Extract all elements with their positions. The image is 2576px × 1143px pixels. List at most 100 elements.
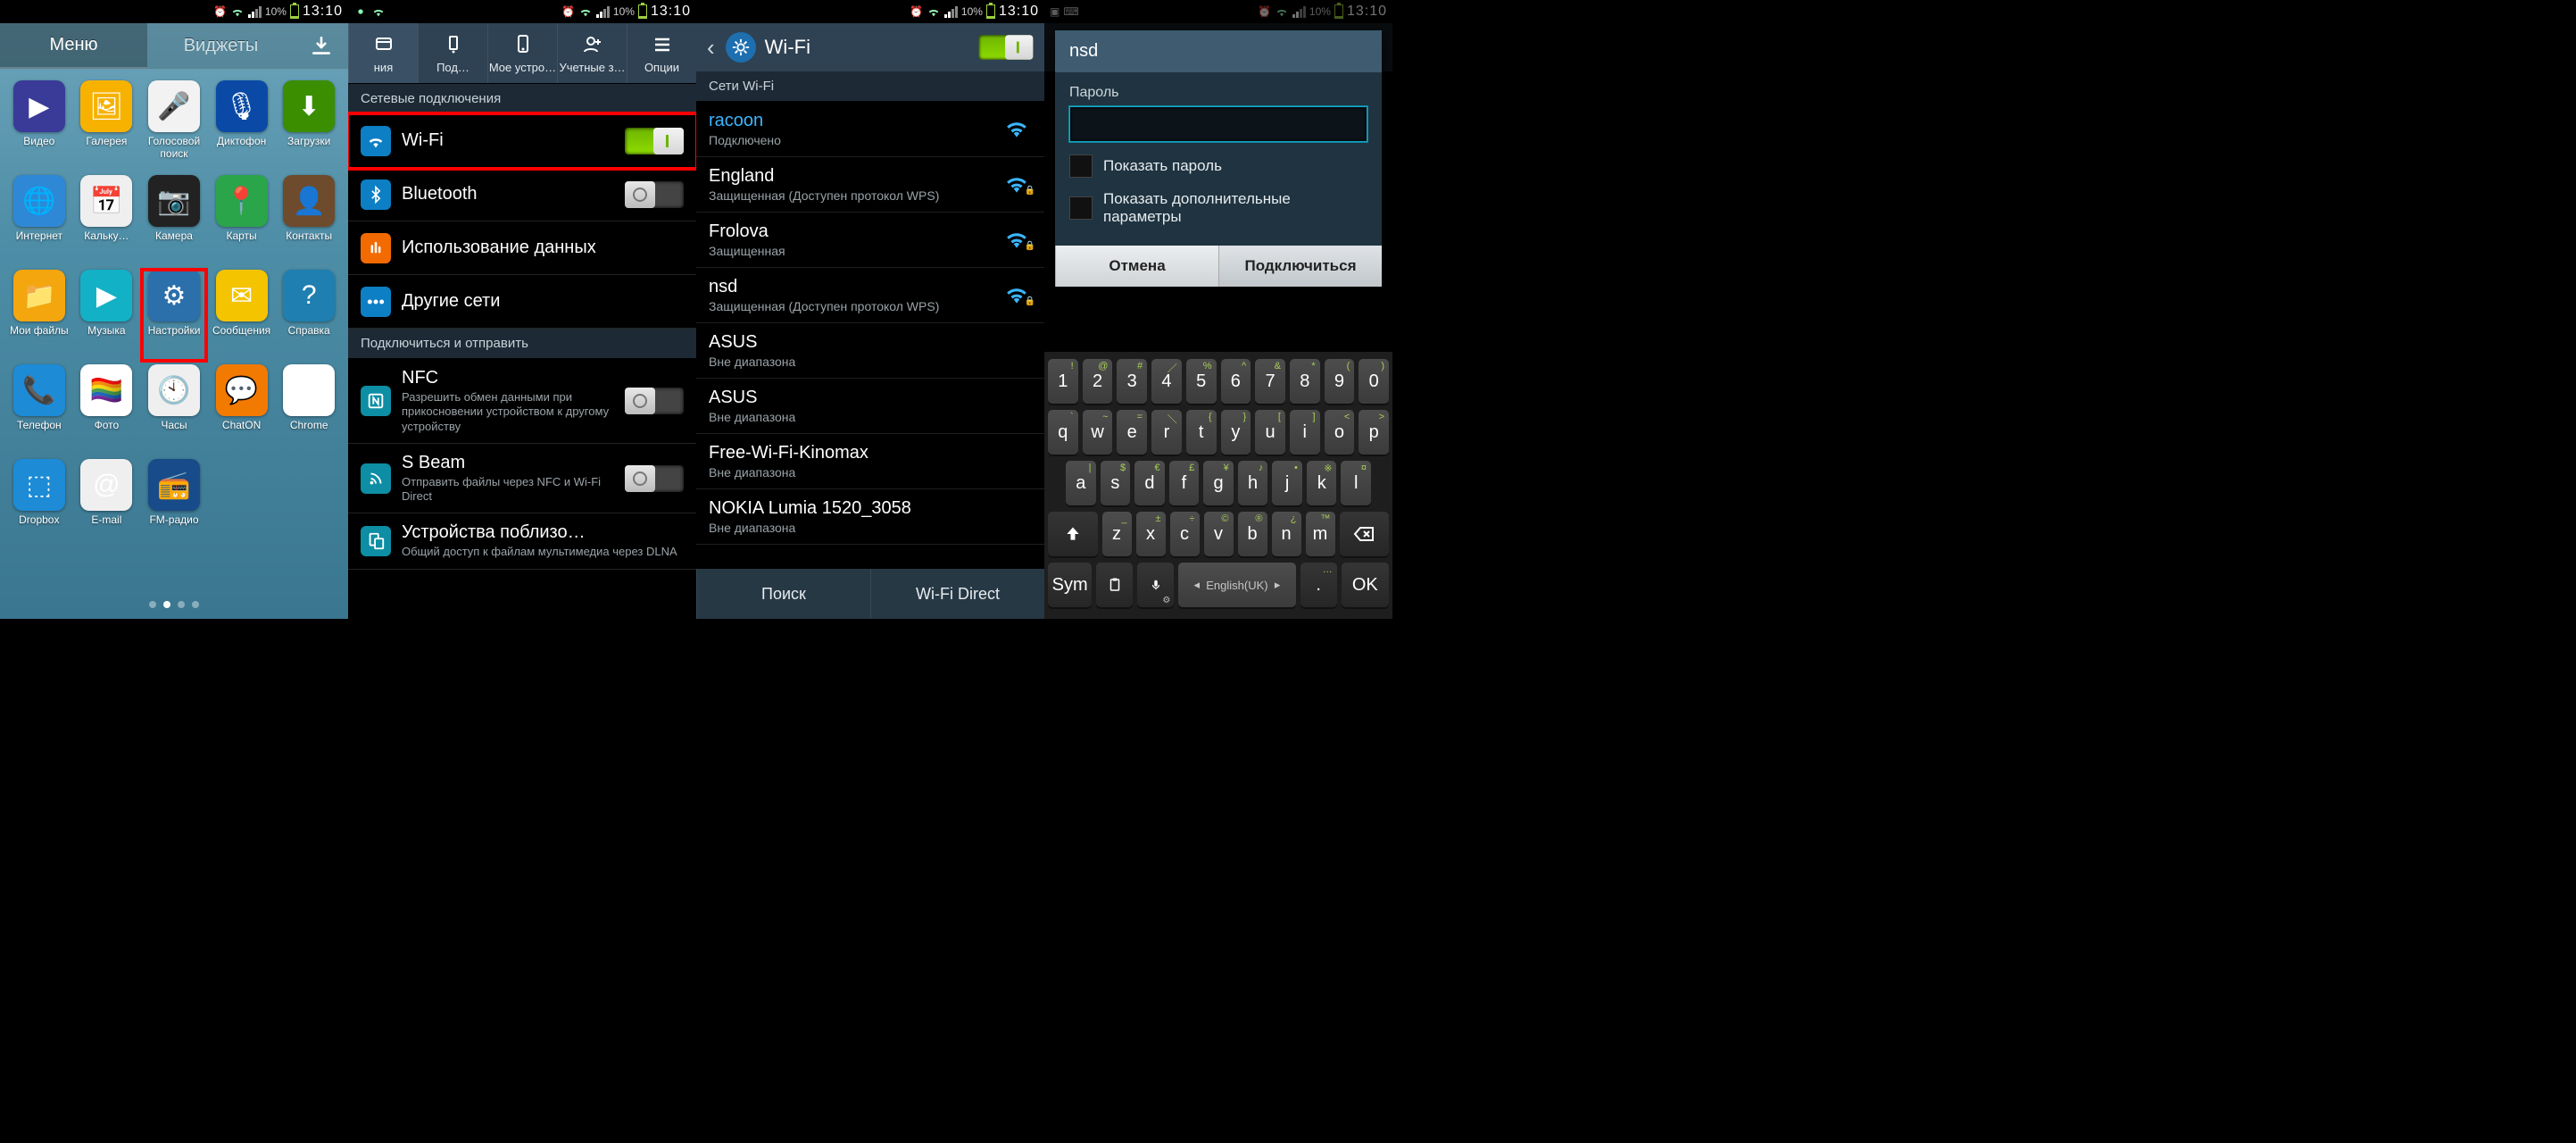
- app-камера[interactable]: 📷Камера: [140, 173, 208, 268]
- key-u[interactable]: u[: [1255, 410, 1285, 455]
- download-button[interactable]: [295, 23, 348, 69]
- key-7[interactable]: 7&: [1255, 359, 1285, 404]
- row-sbeam[interactable]: S BeamОтправить файлы через NFC и Wi-Fi …: [348, 444, 696, 514]
- settings-tab-0[interactable]: ния: [348, 23, 418, 83]
- key-p[interactable]: p>: [1359, 410, 1389, 455]
- network-row[interactable]: ASUSВне диапазона: [696, 379, 1044, 434]
- app-кальку-[interactable]: 📅Кальку…: [73, 173, 141, 268]
- app-часы[interactable]: 🕙Часы: [140, 363, 208, 457]
- key-n[interactable]: n¿: [1272, 512, 1301, 556]
- ok-key[interactable]: OK: [1342, 563, 1389, 607]
- advanced-params-row[interactable]: Показать дополнительные параметры: [1069, 190, 1367, 226]
- app-галерея[interactable]: 🖼Галерея: [73, 79, 141, 173]
- wifi-direct-button[interactable]: Wi-Fi Direct: [870, 569, 1044, 619]
- key-g[interactable]: g¥: [1203, 461, 1234, 505]
- key-z[interactable]: z_: [1102, 512, 1132, 556]
- app-видео[interactable]: ▶Видео: [5, 79, 73, 173]
- row-nfc[interactable]: NFCРазрешить обмен данными при прикоснов…: [348, 359, 696, 444]
- key-9[interactable]: 9(: [1325, 359, 1355, 404]
- network-row[interactable]: nsdЗащищенная (Доступен протокол WPS)🔒: [696, 268, 1044, 323]
- checkbox-icon[interactable]: [1069, 196, 1093, 220]
- nfc-toggle[interactable]: [625, 388, 684, 414]
- key-f[interactable]: f£: [1169, 461, 1200, 505]
- cancel-button[interactable]: Отмена: [1055, 246, 1218, 287]
- key-r[interactable]: r＼: [1151, 410, 1182, 455]
- key-x[interactable]: x±: [1136, 512, 1166, 556]
- app-загрузки[interactable]: ⬇Загрузки: [275, 79, 343, 173]
- row-data-usage[interactable]: Использование данных: [348, 221, 696, 275]
- app-chrome[interactable]: ◉Chrome: [275, 363, 343, 457]
- back-icon[interactable]: ‹: [705, 34, 717, 62]
- key-e[interactable]: e=: [1117, 410, 1147, 455]
- wifi-master-toggle[interactable]: [979, 35, 1034, 60]
- row-nearby[interactable]: Устройства поблизо…Общий доступ к файлам…: [348, 513, 696, 569]
- key-2[interactable]: 2@: [1083, 359, 1113, 404]
- app-телефон[interactable]: 📞Телефон: [5, 363, 73, 457]
- key-o[interactable]: o<: [1325, 410, 1355, 455]
- app-dropbox[interactable]: ⬚Dropbox: [5, 457, 73, 552]
- key-a[interactable]: a|: [1066, 461, 1096, 505]
- search-button[interactable]: Поиск: [696, 569, 870, 619]
- network-row[interactable]: racoonПодключено: [696, 102, 1044, 157]
- key-b[interactable]: b®: [1238, 512, 1267, 556]
- app-музыка[interactable]: ▶Музыка: [73, 268, 141, 363]
- key-j[interactable]: j•: [1272, 461, 1302, 505]
- mic-key[interactable]: ⚙: [1137, 563, 1174, 607]
- row-bluetooth[interactable]: Bluetooth: [348, 168, 696, 221]
- bluetooth-toggle[interactable]: [625, 181, 684, 208]
- sbeam-toggle[interactable]: [625, 465, 684, 492]
- space-key[interactable]: ◂ English(UK) ▸: [1178, 563, 1295, 607]
- app-chaton[interactable]: 💬ChatON: [208, 363, 276, 457]
- key-4[interactable]: 4／: [1151, 359, 1182, 404]
- network-row[interactable]: NOKIA Lumia 1520_3058Вне диапазона: [696, 489, 1044, 545]
- shift-key[interactable]: [1048, 512, 1098, 556]
- app-голосовой-поиск[interactable]: 🎤Голосовой поиск: [140, 79, 208, 173]
- clipboard-key[interactable]: [1096, 563, 1133, 607]
- checkbox-icon[interactable]: [1069, 154, 1093, 178]
- key-w[interactable]: w~: [1083, 410, 1113, 455]
- key-3[interactable]: 3#: [1117, 359, 1147, 404]
- network-row[interactable]: ASUSВне диапазона: [696, 323, 1044, 379]
- key-i[interactable]: i]: [1290, 410, 1320, 455]
- app-fm-радио[interactable]: 📻FM-радио: [140, 457, 208, 552]
- app-интернет[interactable]: 🌐Интернет: [5, 173, 73, 268]
- app-карты[interactable]: 📍Карты: [208, 173, 276, 268]
- app-настройки[interactable]: ⚙Настройки: [140, 268, 208, 363]
- network-row[interactable]: FrolovaЗащищенная🔒: [696, 213, 1044, 268]
- tab-menu[interactable]: Меню: [0, 23, 147, 69]
- key-y[interactable]: y}: [1221, 410, 1251, 455]
- row-more-networks[interactable]: Другие сети: [348, 275, 696, 329]
- app-мои-файлы[interactable]: 📁Мои файлы: [5, 268, 73, 363]
- settings-tab-3[interactable]: Учетные з…: [557, 23, 627, 83]
- key-v[interactable]: v©: [1204, 512, 1234, 556]
- key-q[interactable]: q`: [1048, 410, 1078, 455]
- key-h[interactable]: h♪: [1238, 461, 1268, 505]
- key-5[interactable]: 5%: [1186, 359, 1217, 404]
- app-справка[interactable]: ?Справка: [275, 268, 343, 363]
- key-s[interactable]: s$: [1101, 461, 1131, 505]
- row-wifi[interactable]: Wi-Fi: [348, 114, 696, 168]
- network-row[interactable]: Free-Wi-Fi-KinomaxВне диапазона: [696, 434, 1044, 489]
- app-e-mail[interactable]: @E-mail: [73, 457, 141, 552]
- key-k[interactable]: k※: [1307, 461, 1337, 505]
- settings-tab-2[interactable]: Мое устро…: [487, 23, 557, 83]
- key-1[interactable]: 1!: [1048, 359, 1078, 404]
- settings-tab-4[interactable]: Опции: [627, 23, 696, 83]
- key-6[interactable]: 6^: [1221, 359, 1251, 404]
- tab-widgets[interactable]: Виджеты: [147, 23, 295, 69]
- key-l[interactable]: l¤: [1341, 461, 1371, 505]
- key-0[interactable]: 0): [1359, 359, 1389, 404]
- app-диктофон[interactable]: 🎙Диктофон: [208, 79, 276, 173]
- key-d[interactable]: d€: [1134, 461, 1165, 505]
- app-сообщения[interactable]: ✉Сообщения: [208, 268, 276, 363]
- sym-key[interactable]: Sym: [1048, 563, 1092, 607]
- key-c[interactable]: c÷: [1170, 512, 1200, 556]
- wifi-toggle[interactable]: [625, 128, 684, 154]
- app-контакты[interactable]: 👤Контакты: [275, 173, 343, 268]
- app-фото[interactable]: 🏳️‍🌈Фото: [73, 363, 141, 457]
- period-key[interactable]: .…: [1300, 563, 1337, 607]
- key-8[interactable]: 8*: [1290, 359, 1320, 404]
- network-row[interactable]: EnglandЗащищенная (Доступен протокол WPS…: [696, 157, 1044, 213]
- show-password-row[interactable]: Показать пароль: [1069, 154, 1367, 178]
- password-input[interactable]: [1069, 106, 1367, 142]
